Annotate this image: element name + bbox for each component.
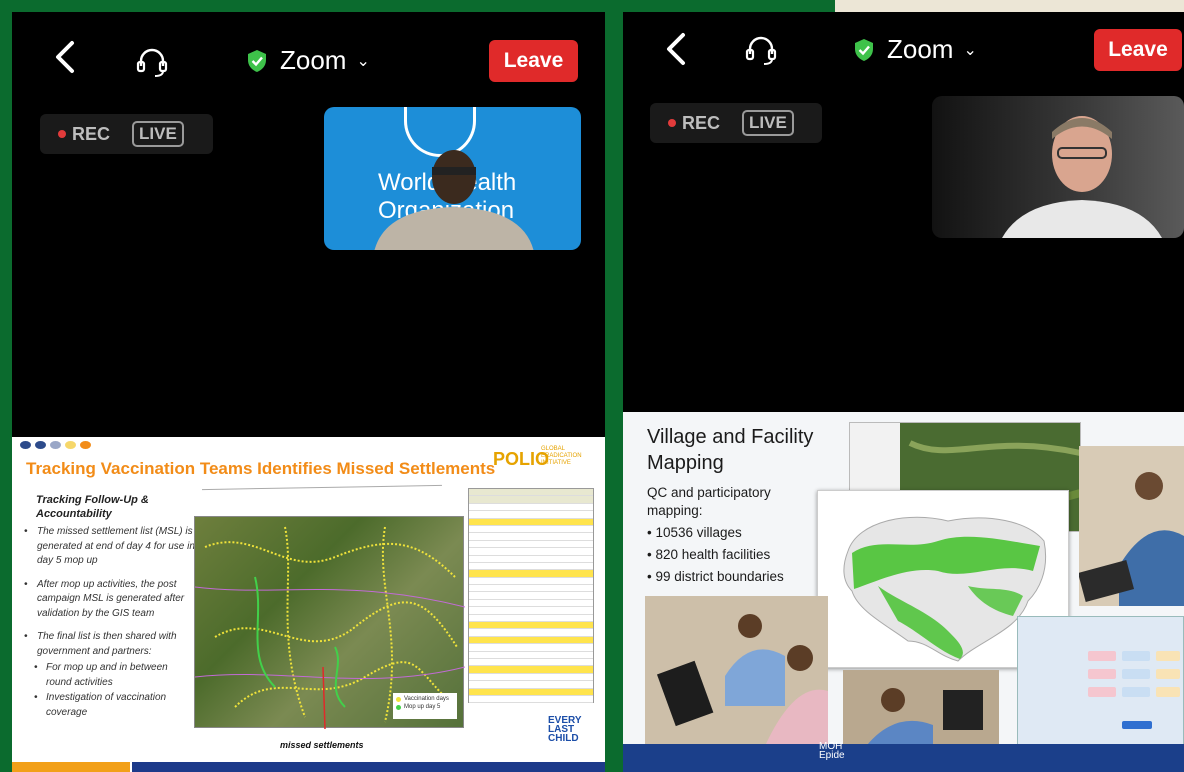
data-form-screenshot: [1017, 616, 1184, 746]
headset-icon[interactable]: [743, 34, 779, 68]
laptop-photo-figures: [843, 670, 999, 750]
satellite-map: Vaccination days Mop up day 5: [194, 516, 466, 730]
sub-bullet-item: Investigation of vaccination coverage: [24, 691, 196, 720]
slide-footer-accent: [12, 762, 130, 772]
security-shield-icon: [248, 49, 266, 72]
legend-label: Mop up day 5: [404, 704, 441, 710]
headset-icon[interactable]: [134, 46, 170, 80]
shared-slide: Tracking Vaccination Teams Identifies Mi…: [12, 437, 605, 772]
bullet-item: • 820 health facilities: [647, 547, 771, 562]
rec-dot-icon: [58, 130, 66, 138]
footer-text: MOH Epide: [819, 741, 845, 761]
sub-bullets: For mop up and in between round activiti…: [24, 661, 196, 720]
meeting-title-dropdown[interactable]: Zoom ⌄: [853, 34, 977, 65]
rec-dot-icon: [668, 119, 676, 127]
leave-button[interactable]: Leave: [489, 40, 578, 82]
map-legend: Vaccination days Mop up day 5: [393, 693, 457, 719]
chevron-down-icon: ⌄: [963, 41, 977, 59]
legend-item: Mop up day 5: [396, 704, 454, 710]
security-shield-icon: [855, 38, 873, 61]
rec-label: REC: [72, 123, 111, 144]
sub-bullet-item: For mop up and in between round activiti…: [24, 661, 196, 690]
slide-title: Tracking Vaccination Teams Identifies Mi…: [26, 459, 496, 478]
divider: [201, 484, 443, 493]
back-icon[interactable]: [663, 32, 689, 66]
workshop-photo: [645, 596, 828, 746]
slide-dots: [20, 441, 91, 449]
live-badge: LIVE: [132, 121, 184, 147]
team-photo: [1079, 446, 1184, 606]
meeting-name: Zoom: [887, 34, 954, 64]
slide-heading: Tracking Follow-Up & Accountability: [36, 494, 149, 520]
bullet-item: The final list is then shared with gover…: [24, 630, 196, 659]
slide-bullets: • 10536 villages • 820 health facilities…: [647, 522, 784, 588]
legend-item: Vaccination days: [396, 696, 454, 702]
chevron-down-icon: ⌄: [356, 52, 370, 70]
recording-indicator: REC LIVE: [650, 103, 822, 143]
participant-video-thumbnail[interactable]: World Health Organization: [324, 107, 581, 250]
top-bar: Zoom ⌄ Leave: [12, 12, 605, 104]
slide-title: Village and Facility Mapping: [647, 426, 814, 474]
map-caption: missed settlements: [280, 740, 364, 750]
top-bar: Zoom ⌄ Leave: [623, 12, 1184, 104]
speaker-avatar: [1002, 116, 1162, 238]
left-meeting-window: Zoom ⌄ Leave REC LIVE World Health Organ…: [12, 12, 605, 772]
bullet-item: • 10536 villages: [647, 525, 742, 540]
shared-slide: Village and Facility Mapping QC and part…: [623, 412, 1184, 772]
every-last-child-logo: EVERY LAST CHILD: [548, 715, 588, 744]
live-badge: LIVE: [742, 110, 794, 136]
rec-label: REC: [682, 112, 721, 133]
laptop-photo: [843, 670, 999, 750]
right-meeting-window: Zoom ⌄ Leave REC LIVE Village and Facili…: [623, 12, 1184, 772]
slide-footer-bar: [623, 744, 1184, 772]
meeting-title-dropdown[interactable]: Zoom ⌄: [246, 45, 370, 76]
bullet-item: The missed settlement list (MSL) is gene…: [24, 525, 196, 569]
slide-footer-bar: [132, 762, 605, 772]
slide-bullets: The missed settlement list (MSL) is gene…: [24, 525, 196, 721]
recording-indicator: REC LIVE: [40, 114, 213, 154]
background-strip: [835, 0, 1184, 12]
slide-subtitle: QC and participatory mapping:: [647, 485, 771, 518]
participant-video-thumbnail[interactable]: [932, 96, 1184, 238]
workshop-photo-figures: [645, 596, 828, 746]
speaker-avatar: [374, 150, 534, 250]
polio-logo-subtitle: GLOBAL ERADICATION INITIATIVE: [541, 446, 582, 466]
bullet-item: After mop up activities, the post campai…: [24, 578, 196, 622]
legend-label: Vaccination days: [404, 696, 449, 702]
brand-text: EVERY LAST CHILD: [548, 715, 582, 744]
missed-settlements-table: [468, 488, 594, 704]
back-icon[interactable]: [52, 40, 78, 74]
meeting-name: Zoom: [280, 45, 347, 75]
team-photo-figures: [1079, 446, 1184, 606]
bullet-item: • 99 district boundaries: [647, 569, 784, 584]
leave-button[interactable]: Leave: [1094, 29, 1182, 71]
